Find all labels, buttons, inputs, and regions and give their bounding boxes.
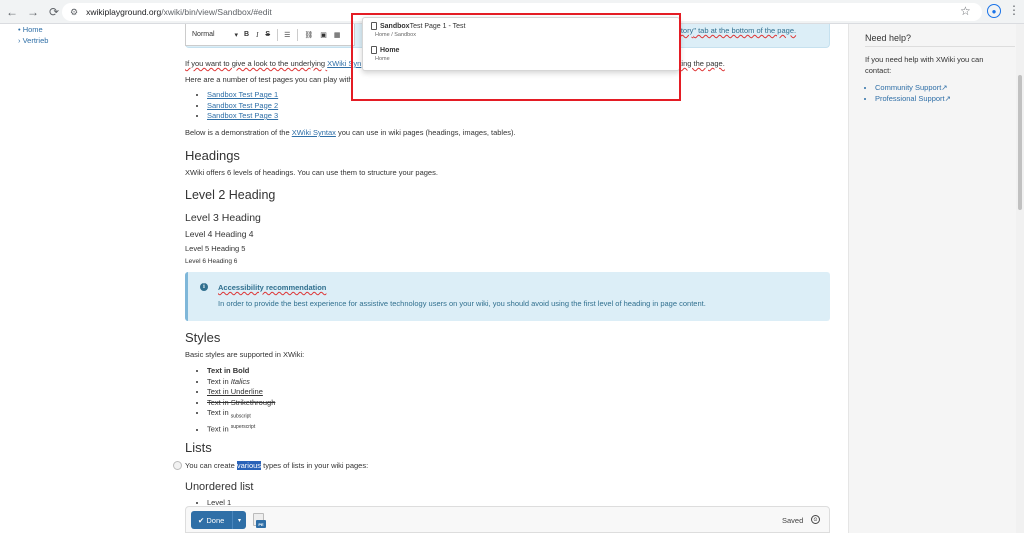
list-item: Sandbox Test Page 1 [207,90,278,101]
nav-item-vertrieb[interactable]: › Vertrieb [18,35,48,46]
subscript-word: subscript [230,413,251,420]
list-item: Text in Italics [207,377,275,388]
highlight-annotation-box [351,13,681,101]
scrollbar-thumb[interactable] [1018,75,1022,210]
format-value: Normal [192,31,215,38]
chevron-down-icon[interactable]: ▾ [233,517,246,524]
lists-prefix: You can create [185,461,237,470]
notice-suffix: " tab at the bottom of the page. [693,26,797,35]
test-page-2-link[interactable]: Sandbox Test Page 2 [207,101,278,110]
strikethrough-button[interactable]: S [265,31,270,38]
intro-suffix: ting the page. [679,59,725,68]
table-icon[interactable]: ▦ [334,31,341,39]
heading-unordered-list: Unordered list [185,481,254,493]
accessibility-text: In order to provide the best experience … [218,299,706,308]
selected-word[interactable]: various [236,461,262,470]
demo-paragraph: Below is a demonstration of the XWiki Sy… [185,128,516,138]
demo-suffix: you can use in wiki pages (headings, ima… [335,128,516,137]
help-sidebar: Need help? If you need help with XWiki y… [848,24,1024,533]
help-links: Community Support↗ Professional Support↗ [875,82,951,104]
info-icon: i [200,283,208,291]
divider [865,46,1015,47]
test-page-3-link[interactable]: Sandbox Test Page 3 [207,111,278,120]
history-clock-icon[interactable]: ⏲ [811,515,820,524]
heading-level-5: Level 5 Heading 5 [185,244,246,253]
heading-level-2: Level 2 Heading [185,188,276,202]
styles-list: Text in Bold Text in Italics Text in Und… [197,366,275,435]
heading-styles: Styles [185,330,221,345]
link-icon[interactable]: ⛓ [304,31,313,39]
test-page-1-link[interactable]: Sandbox Test Page 1 [207,90,278,99]
back-arrow-icon[interactable]: ← [3,3,21,21]
list-item: Sandbox Test Page 3 [207,111,278,122]
accessibility-title: Accessibility recommendation [218,283,327,292]
superscript-word: superscript [230,424,256,430]
list-item: Text in superscript [207,422,275,435]
heading-level-6: Level 6 Heading 6 [185,258,238,265]
url-host: xwikiplayground.org [86,7,162,17]
italic-button[interactable]: I [256,31,258,39]
nav-item-home[interactable]: • Home [18,24,48,35]
notice-text: History" tab at the bottom of the page. [670,26,796,35]
profile-icon[interactable]: ● [987,4,1001,18]
site-settings-icon[interactable]: ⚙ [70,7,78,18]
bold-button[interactable]: B [244,31,249,38]
left-navigation: • Home › Vertrieb [18,24,48,46]
forward-arrow-icon[interactable]: → [24,3,42,21]
toolbar-divider [297,28,299,41]
heading-level-4: Level 4 Heading 4 [185,229,254,239]
list-item: Text in Strikethrough [207,398,275,409]
intro-text: If you want to give a look to the underl… [185,59,328,68]
community-support-link[interactable]: Community Support↗ [875,82,951,93]
url-path: /xwiki/bin/view/Sandbox/#edit [161,7,272,17]
lists-paragraph[interactable]: You can create various types of lists in… [185,461,368,471]
demo-text: Below is a demonstration of the [185,128,292,137]
professional-support-link[interactable]: Professional Support↗ [875,93,951,104]
format-select[interactable]: Normal ▾ [192,31,238,39]
pe-badge: PE [256,520,266,528]
heading-headings: Headings [185,148,240,163]
list-item: Text in subscript [207,408,275,422]
list-item: Text in Bold [207,366,275,377]
done-label[interactable]: ✔ Done [191,511,233,529]
xwiki-syntax-link-2[interactable]: XWiki Syntax [292,128,336,137]
sup-prefix: Text in [207,424,231,434]
sub-prefix: Text in [207,408,231,417]
lists-suffix: types of lists in your wiki pages: [261,461,369,470]
heading-lists: Lists [185,440,212,455]
test-pages-list: Sandbox Test Page 1 Sandbox Test Page 2 … [197,90,278,122]
italic-word: Italics [230,376,250,386]
bookmark-star-icon[interactable]: ☆ [960,4,971,18]
headings-paragraph: XWiki offers 6 levels of headings. You c… [185,168,438,177]
image-icon[interactable]: ▣ [320,31,327,39]
help-text: If you need help with XWiki you can cont… [865,55,984,75]
list-item: Sandbox Test Page 2 [207,101,278,112]
list-item: Text in Underline [207,387,275,398]
list-button-icon[interactable]: ☰ [284,31,290,39]
help-title: Need help? [865,33,912,43]
accessibility-notice: i Accessibility recommendation In order … [185,272,830,321]
chevron-down-icon: ▾ [234,31,238,39]
italic-prefix: Text in [207,376,231,386]
test-pages-intro: Here are a number of test pages you can … [185,75,353,84]
edit-action-bar: ✔ Done ▾ PE Saved ⏲ [185,506,830,533]
reload-icon[interactable]: ⟳ [45,3,63,21]
done-button[interactable]: ✔ Done ▾ [191,511,246,529]
heading-level-3: Level 3 Heading [185,212,261,224]
browser-menu-icon[interactable]: ⋮ [1008,3,1020,17]
user-avatar-icon [173,461,182,470]
editor-toolbar: Normal ▾ B I S ☰ ⛓ ▣ ▦ [185,24,355,46]
toolbar-divider [277,28,279,41]
save-status: Saved [782,516,804,525]
styles-paragraph: Basic styles are supported in XWiki: [185,350,305,359]
